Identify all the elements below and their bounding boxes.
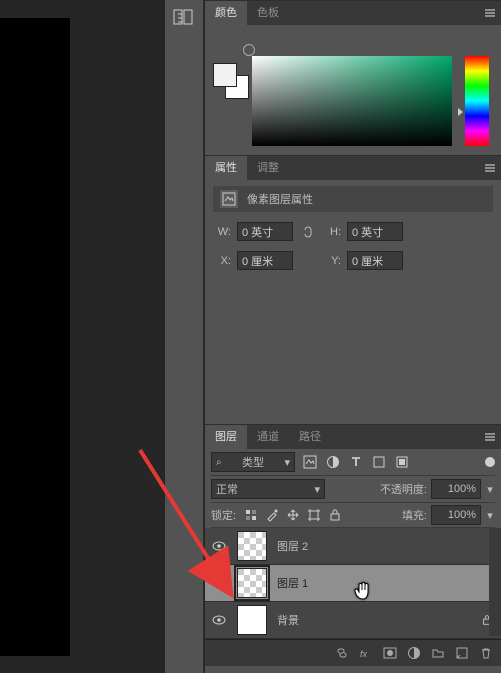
new-layer-icon[interactable] bbox=[455, 646, 469, 660]
layer-list: 图层 2 图层 1 背景 bbox=[205, 528, 501, 639]
color-panel-body bbox=[205, 25, 501, 149]
vertical-dock[interactable] bbox=[165, 0, 204, 673]
svg-text:fx: fx bbox=[360, 649, 368, 659]
panel-menu-icon[interactable] bbox=[483, 161, 497, 175]
properties-header: 像素图层属性 bbox=[213, 186, 493, 212]
layer-row[interactable]: 背景 bbox=[205, 602, 501, 639]
panel-dock-icon[interactable] bbox=[172, 6, 196, 28]
y-input[interactable] bbox=[347, 251, 403, 270]
y-label: Y: bbox=[323, 255, 341, 267]
trash-icon[interactable] bbox=[479, 646, 493, 660]
tab-swatches[interactable]: 色板 bbox=[247, 1, 289, 25]
canvas[interactable] bbox=[0, 18, 70, 656]
fill-input[interactable]: 100% bbox=[431, 505, 481, 525]
blend-mode-select[interactable]: 正常 ▾ bbox=[211, 479, 325, 499]
tabbar-layers: 图层 通道 路径 bbox=[205, 425, 501, 449]
height-input[interactable] bbox=[347, 222, 403, 241]
panel-properties: 属性 调整 像素图层属性 W: H: bbox=[205, 155, 501, 418]
filter-toggle[interactable] bbox=[485, 457, 495, 467]
opacity-value: 100% bbox=[448, 483, 476, 495]
color-picker-handle[interactable] bbox=[243, 44, 255, 56]
width-label: W: bbox=[213, 226, 231, 238]
color-field[interactable] bbox=[252, 56, 452, 146]
search-icon: ⌕ bbox=[216, 457, 222, 468]
hue-strip[interactable] bbox=[465, 56, 489, 146]
panel-color: 颜色 色板 bbox=[205, 0, 501, 149]
filter-shape-icon[interactable] bbox=[372, 455, 386, 469]
panel-menu-icon[interactable] bbox=[483, 6, 497, 20]
filter-image-icon[interactable] bbox=[303, 455, 317, 469]
layers-scrollbar[interactable] bbox=[489, 528, 501, 636]
pixel-layer-icon bbox=[219, 189, 239, 209]
opacity-input[interactable]: 100% bbox=[431, 479, 481, 499]
lock-label: 锁定: bbox=[211, 507, 236, 523]
lock-all-icon[interactable] bbox=[328, 508, 342, 522]
fill-label: 填充: bbox=[402, 507, 427, 523]
opacity-label: 不透明度: bbox=[380, 481, 427, 497]
layer-row[interactable]: 图层 2 bbox=[205, 528, 501, 565]
layers-controls: ⌕ 类型 ▾ 正常 ▾ 不透明度: bbox=[205, 449, 501, 528]
link-wh-icon[interactable] bbox=[299, 223, 317, 241]
tab-properties[interactable]: 属性 bbox=[205, 156, 247, 180]
tabbar-color: 颜色 色板 bbox=[205, 1, 501, 25]
width-input[interactable] bbox=[237, 222, 293, 241]
filter-adjust-icon[interactable] bbox=[326, 455, 340, 469]
blend-mode-value: 正常 bbox=[216, 481, 238, 497]
layer-name[interactable]: 图层 2 bbox=[277, 538, 308, 554]
tab-layers[interactable]: 图层 bbox=[205, 425, 247, 449]
x-label: X: bbox=[213, 255, 231, 267]
layer-filter-select[interactable]: ⌕ 类型 ▾ bbox=[211, 452, 295, 472]
tabbar-properties: 属性 调整 bbox=[205, 156, 501, 180]
tab-adjustments[interactable]: 调整 bbox=[247, 156, 289, 180]
canvas-area[interactable] bbox=[0, 0, 162, 673]
fx-icon[interactable]: fx bbox=[359, 646, 373, 660]
layer-row[interactable]: 图层 1 bbox=[205, 565, 501, 602]
x-input[interactable] bbox=[237, 251, 293, 270]
layer-thumbnail[interactable] bbox=[237, 531, 267, 561]
properties-title: 像素图层属性 bbox=[247, 191, 313, 207]
group-icon[interactable] bbox=[431, 646, 445, 660]
tab-channels[interactable]: 通道 bbox=[247, 425, 289, 449]
fg-color-swatch[interactable] bbox=[213, 63, 237, 87]
visibility-icon[interactable] bbox=[211, 538, 227, 554]
lock-move-icon[interactable] bbox=[286, 508, 300, 522]
lock-artboard-icon[interactable] bbox=[307, 508, 321, 522]
opacity-flyout[interactable]: ▾ bbox=[485, 480, 495, 498]
link-layers-icon[interactable] bbox=[335, 646, 349, 660]
hue-slider-handle[interactable] bbox=[458, 108, 463, 116]
properties-body: 像素图层属性 W: H: X: Y: bbox=[205, 180, 501, 418]
layer-name[interactable]: 图层 1 bbox=[277, 575, 308, 591]
panel-layers: 图层 通道 路径 ⌕ 类型 ▾ bbox=[205, 424, 501, 666]
lock-pixels-icon[interactable] bbox=[244, 508, 258, 522]
layers-bottom-bar: fx bbox=[205, 639, 501, 666]
filter-type-icons bbox=[303, 455, 409, 469]
adjustment-layer-icon[interactable] bbox=[407, 646, 421, 660]
layer-name[interactable]: 背景 bbox=[277, 612, 299, 628]
lock-brush-icon[interactable] bbox=[265, 508, 279, 522]
filter-smart-icon[interactable] bbox=[395, 455, 409, 469]
chevron-down-icon: ▾ bbox=[314, 483, 320, 496]
panel-menu-icon[interactable] bbox=[483, 430, 497, 444]
layer-thumbnail[interactable] bbox=[237, 605, 267, 635]
fg-bg-swatch[interactable] bbox=[213, 63, 249, 99]
visibility-icon[interactable] bbox=[211, 575, 227, 591]
tab-color[interactable]: 颜色 bbox=[205, 1, 247, 25]
fill-flyout[interactable]: ▾ bbox=[485, 506, 495, 524]
height-label: H: bbox=[323, 226, 341, 238]
tab-paths[interactable]: 路径 bbox=[289, 425, 331, 449]
filter-label: 类型 bbox=[242, 454, 264, 470]
mask-icon[interactable] bbox=[383, 646, 397, 660]
spacer bbox=[299, 252, 317, 270]
chevron-down-icon: ▾ bbox=[284, 456, 290, 469]
fill-value: 100% bbox=[448, 509, 476, 521]
layer-thumbnail[interactable] bbox=[237, 568, 267, 598]
filter-text-icon[interactable] bbox=[349, 455, 363, 469]
panel-stack: 颜色 色板 属性 调整 bbox=[205, 0, 501, 673]
visibility-icon[interactable] bbox=[211, 612, 227, 628]
